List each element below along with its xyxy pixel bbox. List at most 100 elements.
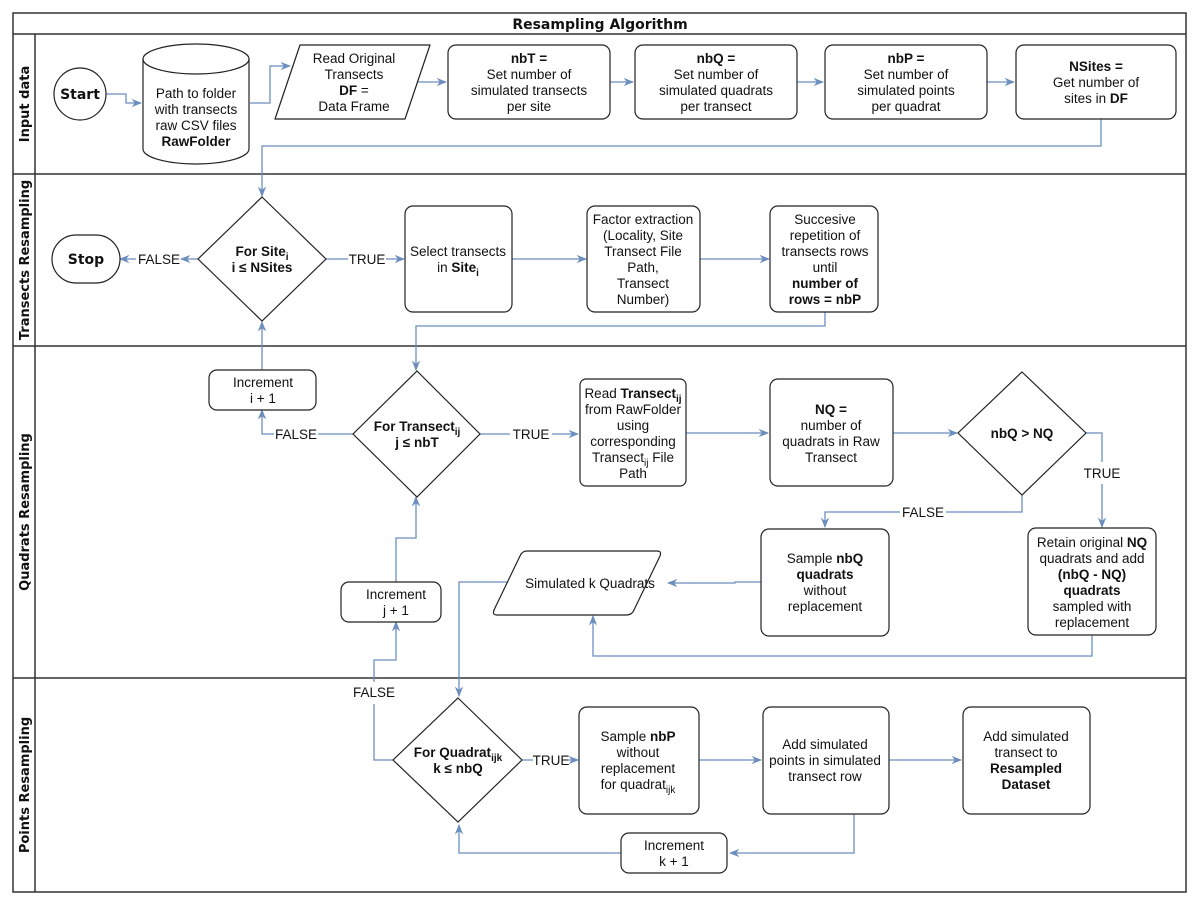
node-label: For Sitei i ≤ NSites <box>232 244 293 275</box>
node-label-segment: per transect <box>680 99 752 114</box>
node-label: Sample nbP without replacement for quadrati… <box>600 729 676 796</box>
node-label-segment: nbP <box>650 729 676 744</box>
select-transects-node[interactable]: Select transects in Sitei <box>404 205 513 313</box>
node-label-segment: Transect <box>617 276 669 291</box>
label-site-true: TRUE <box>349 252 386 267</box>
sample-nbq-node[interactable]: Sample nbQ quadrats without replacement <box>760 528 890 637</box>
increment-i-node[interactable]: Increment i + 1 <box>208 369 317 411</box>
lane-label-transects: Transects Resampling <box>18 180 33 340</box>
label-quadrat-false: FALSE <box>353 685 395 700</box>
node-label-segment: DF <box>339 83 357 98</box>
label-quadrat-true: TRUE <box>533 753 570 768</box>
nodes: Start Path to folder with transects raw CS… <box>51 43 1177 874</box>
node-label-segment: RawFolder <box>161 134 231 149</box>
add-points-node[interactable]: Add simulated points in simulated transect… <box>762 706 890 815</box>
repetition-node[interactable]: Succesive repetition of transects rows unti… <box>769 205 879 313</box>
node-label: Stop <box>68 252 104 268</box>
node-label-segment: ijk <box>666 785 676 796</box>
increment-k-node[interactable]: Increment k + 1 <box>620 832 728 874</box>
sample-nbp-node[interactable]: Sample nbP without replacement for quadrati… <box>578 706 700 815</box>
node-label-segment: Get number of <box>1053 75 1140 90</box>
node-label-segment: Dataset <box>1002 777 1051 792</box>
node-label-segment: Site <box>451 260 476 275</box>
for-site-decision-node[interactable]: For Sitei i ≤ NSites <box>197 196 327 322</box>
node-label-segment: simulated quadrats <box>659 83 773 98</box>
node-label-segment: Start <box>60 87 100 103</box>
node-label-segment: (nbQ - NQ) <box>1058 567 1126 582</box>
node-label-segment: Set number of <box>864 67 949 82</box>
node-label-segment: Read Original <box>313 51 396 66</box>
node-label-segment: Transect <box>592 450 644 465</box>
nbp-process-node[interactable]: nbP = Set number of simulated points per qu… <box>824 44 988 120</box>
node-label-segment: from RawFolder <box>585 402 682 417</box>
label-nbq-false: FALSE <box>902 505 944 520</box>
for-quadrat-decision-node[interactable]: For Quadratijk k ≤ nbQ <box>392 697 523 823</box>
node-label-segment: For Quadrat <box>414 745 492 760</box>
node-label-segment: quadrats <box>796 567 853 582</box>
start-node[interactable]: Start <box>53 67 107 121</box>
node-label-segment: Simulated k Quadrats <box>525 576 655 591</box>
simulated-quadrats-data-node[interactable]: Simulated k Quadrats <box>492 550 662 616</box>
nsites-process-node[interactable]: NSites = Get number of sites in DF <box>1015 44 1177 120</box>
node-label-segment: NSites = <box>1069 59 1123 74</box>
nbq-process-node[interactable]: nbQ = Set number of simulated quadrats per … <box>634 44 798 120</box>
node-label-segment: Sample <box>600 729 650 744</box>
edge-sample-to-sim-quadrats <box>666 578 761 588</box>
node-label-segment: Add simulated <box>983 729 1069 744</box>
edge-labels: FALSE TRUE FALSE TRUE FALSE TRUE FALSE T… <box>138 252 1120 768</box>
diagram-title: Resampling Algorithm <box>512 17 687 33</box>
nq-process-node[interactable]: NQ = number of quadrats in Raw Transect <box>769 378 894 487</box>
node-label-segment: without <box>803 583 847 598</box>
node-label-segment: Succesive <box>794 212 856 227</box>
node-label-segment: simulated points <box>857 83 955 98</box>
label-site-false: FALSE <box>138 252 180 267</box>
node-label-segment: for quadrat <box>601 777 667 792</box>
flowchart: Resampling Algorithm Input data Transect… <box>12 12 1187 893</box>
node-label-segment: NQ = <box>815 402 847 417</box>
node-label-segment: transect to <box>994 745 1057 760</box>
read-df-data-node[interactable]: Read Original Transects DF = Data Frame <box>274 44 431 120</box>
nbt-process-node[interactable]: nbT = Set number of simulated transects per… <box>447 44 611 120</box>
node-label-segment: For Transect <box>374 419 456 434</box>
node-label-segment: repetition of <box>790 228 861 243</box>
node-label-segment: nbQ > NQ <box>991 426 1054 441</box>
node-label-segment: NQ <box>1127 535 1147 550</box>
node-label-segment: Set number of <box>674 67 759 82</box>
nbq-gt-nq-decision-node[interactable]: nbQ > NQ <box>957 371 1087 496</box>
read-transect-node[interactable]: Read Transectij from RawFolder using corres… <box>579 378 687 487</box>
node-label-segment: corresponding <box>590 434 676 449</box>
node-label-segment: nbQ <box>836 551 863 566</box>
node-label-segment: number of <box>792 276 859 291</box>
rawfolder-database-node[interactable]: Path to folder with transects raw CSV file… <box>142 43 250 165</box>
node-label-segment: Resampled <box>990 761 1062 776</box>
node-label-segment: For Site <box>235 244 286 259</box>
node-label-segment: Retain original <box>1037 535 1127 550</box>
edge-inc-k-to-for-quadrat <box>454 823 621 854</box>
node-label-segment: j ≤ nbT <box>394 435 439 450</box>
node-label-segment: sites in <box>1064 91 1110 106</box>
add-transect-node[interactable]: Add simulated transect to Resampled Dataset <box>962 706 1091 815</box>
node-label-segment: Path, <box>627 260 659 275</box>
node-label-segment: Data Frame <box>318 99 389 114</box>
factor-extraction-node[interactable]: Factor extraction (Locality, Site Transect… <box>586 205 701 313</box>
node-label-segment: quadrats and add <box>1039 551 1144 566</box>
edge-inc-j-to-for-transect <box>395 495 421 582</box>
node-label-segment: until <box>813 260 838 275</box>
node-label-segment: Transect <box>805 450 857 465</box>
node-label-segment: per site <box>507 99 551 114</box>
retain-nq-node[interactable]: Retain original NQ quadrats and add (nbQ -… <box>1027 527 1157 636</box>
node-label-segment: Select transects <box>410 244 506 259</box>
node-label-segment: Sample <box>787 551 837 566</box>
stop-node[interactable]: Stop <box>51 234 121 284</box>
node-label: Simulated k Quadrats <box>525 576 655 591</box>
label-transect-true: TRUE <box>513 427 550 442</box>
node-label-segment: = <box>357 83 369 98</box>
increment-j-node[interactable]: Increment j + 1 <box>340 581 442 623</box>
node-label: Start <box>60 87 100 103</box>
for-transect-decision-node[interactable]: For Transectij j ≤ nbT <box>352 370 481 498</box>
node-label: Path to folder with transects raw CSV file… <box>154 86 238 149</box>
node-label-segment: Path to folder <box>156 86 237 101</box>
node-label-segment: nbP = <box>888 51 925 66</box>
node-label-segment: points in simulated <box>769 753 881 768</box>
lane-label-quadrats: Quadrats Resampling <box>18 433 33 591</box>
